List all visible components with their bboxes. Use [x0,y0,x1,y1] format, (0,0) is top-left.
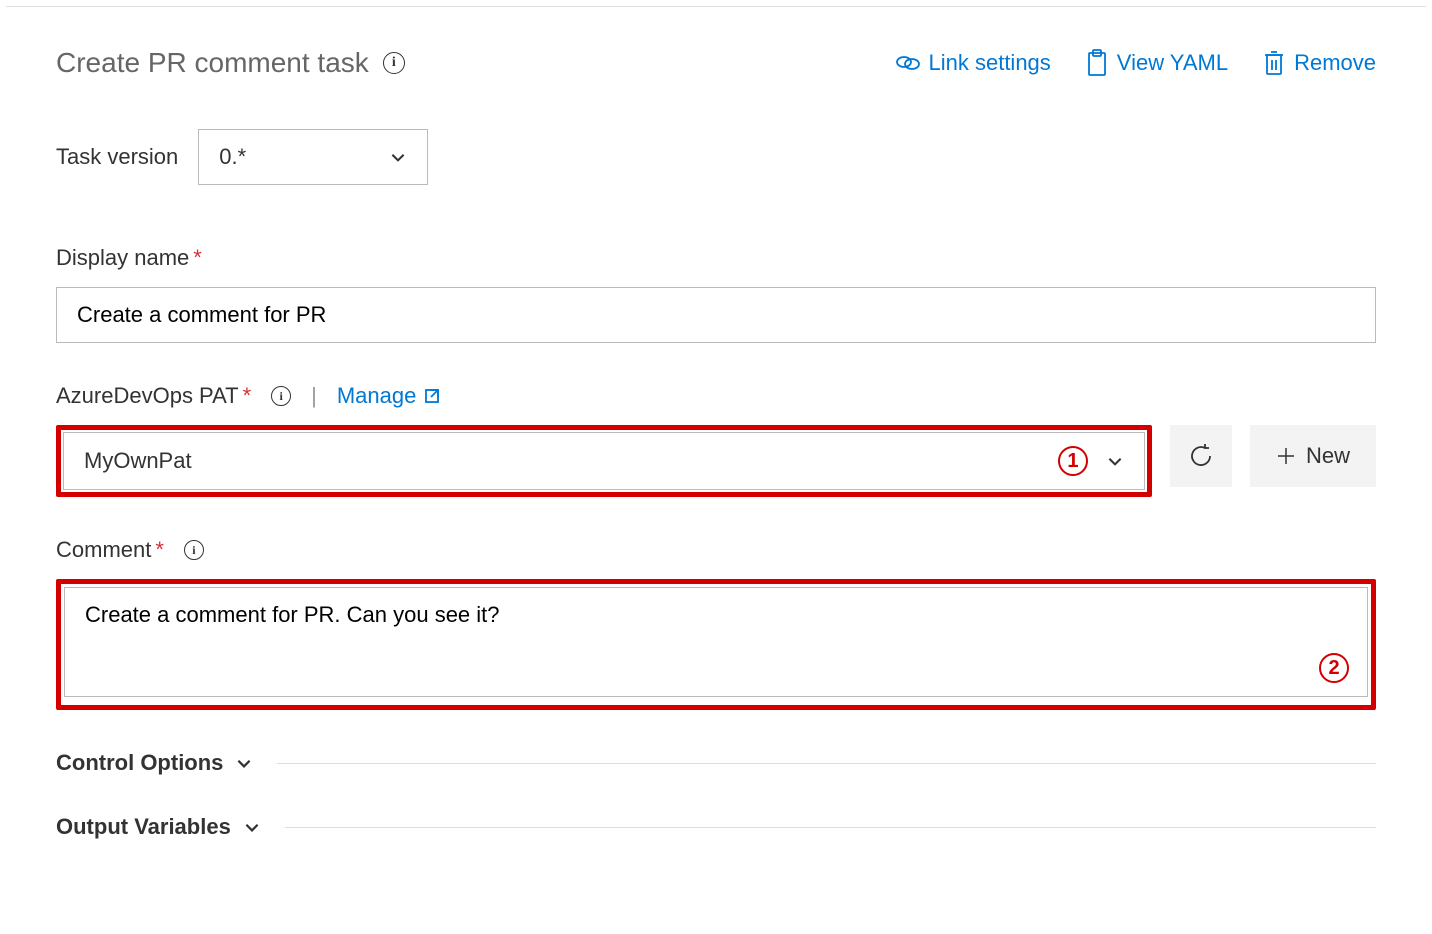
control-options-label: Control Options [56,750,223,776]
comment-annotation: 2 [56,579,1376,710]
task-version-label: Task version [56,144,178,170]
pat-label: AzureDevOps PAT* [56,383,251,409]
info-icon[interactable]: i [383,52,405,74]
link-settings-label: Link settings [929,50,1051,76]
view-yaml-button[interactable]: View YAML [1085,49,1228,77]
separator: | [311,383,317,409]
pat-value: MyOwnPat [84,448,192,474]
pat-row: MyOwnPat 1 New [56,425,1376,497]
task-version-row: Task version 0.* [56,129,1376,185]
required-asterisk: * [155,537,164,562]
external-link-icon [424,388,440,404]
comment-input[interactable] [64,587,1368,697]
header-row: Create PR comment task i Link settings V… [56,47,1376,79]
plus-icon [1276,446,1296,466]
new-button[interactable]: New [1250,425,1376,487]
view-yaml-label: View YAML [1117,50,1228,76]
trash-icon [1262,49,1286,77]
manage-link[interactable]: Manage [337,383,441,409]
display-name-label-row: Display name* [56,245,1376,271]
comment-label-row: Comment* i [56,537,1376,563]
chevron-down-icon [1106,452,1124,470]
remove-label: Remove [1294,50,1376,76]
link-settings-button[interactable]: Link settings [895,49,1051,77]
pat-select-annotation: MyOwnPat 1 [56,425,1152,497]
remove-button[interactable]: Remove [1262,49,1376,77]
annotation-2: 2 [1319,653,1349,683]
output-variables-section[interactable]: Output Variables [56,814,1376,840]
pat-group: AzureDevOps PAT* i | Manage MyOwnPat 1 [56,383,1376,497]
required-asterisk: * [193,245,202,270]
header-left: Create PR comment task i [56,47,405,79]
control-options-section[interactable]: Control Options [56,750,1376,776]
display-name-group: Display name* [56,245,1376,343]
annotation-1: 1 [1058,446,1088,476]
comment-label: Comment* [56,537,164,563]
required-asterisk: * [243,383,252,408]
clipboard-icon [1085,49,1109,77]
divider [285,827,1376,828]
output-variables-label: Output Variables [56,814,231,840]
comment-group: Comment* i 2 [56,537,1376,710]
divider [277,763,1376,764]
display-name-input[interactable] [56,287,1376,343]
page-title: Create PR comment task [56,47,369,79]
refresh-button[interactable] [1170,425,1232,487]
chevron-down-icon [389,148,407,166]
pat-select[interactable]: MyOwnPat 1 [63,432,1145,490]
manage-label: Manage [337,383,417,409]
task-config-panel: Create PR comment task i Link settings V… [6,6,1426,880]
link-icon [895,52,921,74]
display-name-label: Display name* [56,245,202,271]
task-version-select[interactable]: 0.* [198,129,428,185]
chevron-down-icon [243,818,261,836]
task-version-value: 0.* [219,144,246,170]
header-actions: Link settings View YAML Remove [895,49,1377,77]
chevron-down-icon [235,754,253,772]
pat-label-row: AzureDevOps PAT* i | Manage [56,383,1376,409]
info-icon[interactable]: i [271,386,291,406]
new-label: New [1306,443,1350,469]
refresh-icon [1188,443,1214,469]
info-icon[interactable]: i [184,540,204,560]
